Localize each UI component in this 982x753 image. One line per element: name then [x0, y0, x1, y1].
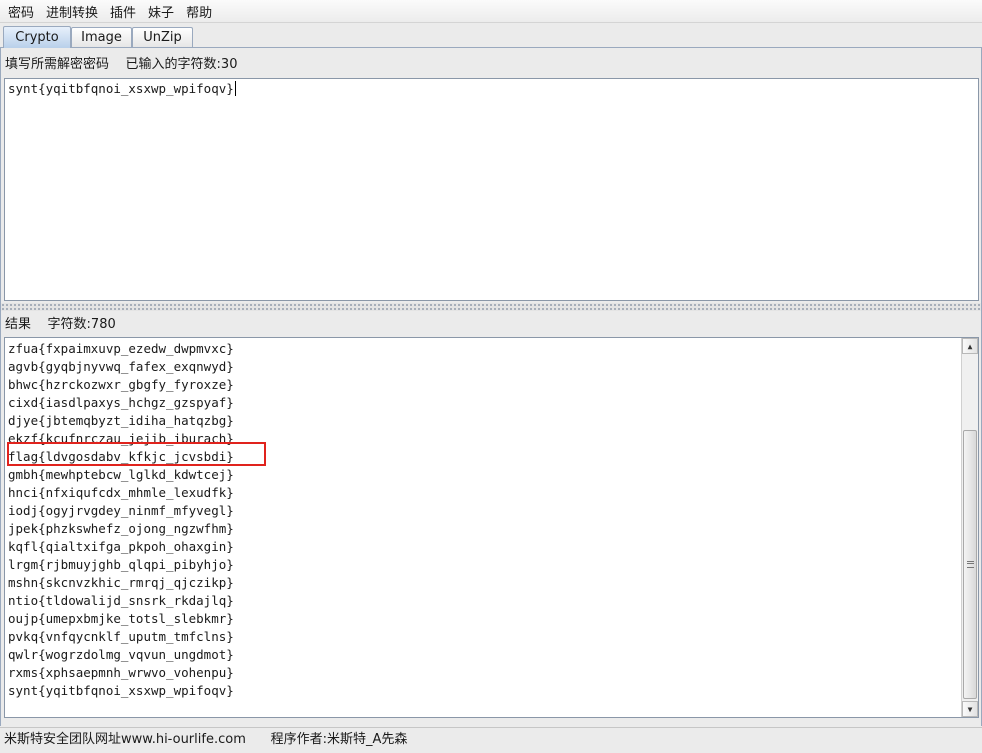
tab-image[interactable]: Image — [71, 27, 132, 47]
result-line: jpek{phzkswhefz_ojong_ngzwfhm} — [8, 521, 234, 536]
result-line: hnci{nfxiqufcdx_mhmle_lexudfk} — [8, 485, 234, 500]
result-label-row: 结果 字符数:780 — [5, 313, 116, 332]
cipher-input[interactable]: synt{yqitbfqnoi_xsxwp_wpifoqv} — [4, 78, 979, 301]
team-website: 米斯特安全团队网址www.hi-ourlife.com — [4, 732, 246, 747]
menu-bar: 密码 进制转换 插件 妹子 帮助 — [0, 0, 982, 23]
result-output[interactable]: zfua{fxpaimxuvp_ezedw_dwpmvxc} agvb{gyqb… — [4, 337, 979, 718]
crypto-panel: 填写所需解密密码 已输入的字符数:30 synt{yqitbfqnoi_xsxw… — [0, 48, 982, 726]
result-line: djye{jbtemqbyzt_idiha_hatqzbg} — [8, 413, 234, 428]
result-line: oujp{umepxbmjke_totsl_slebkmr} — [8, 611, 234, 626]
split-pane-divider[interactable] — [1, 303, 981, 311]
result-line: lrgm{rjbmuyjghb_qlqpi_pibyhjo} — [8, 557, 234, 572]
result-line: qwlr{wogrzdolmg_vqvun_ungdmot} — [8, 647, 234, 662]
result-line: kqfl{qialtxifga_pkpoh_ohaxgin} — [8, 539, 234, 554]
result-line: pvkq{vnfqycnklf_uputm_tmfclns} — [8, 629, 234, 644]
result-line: bhwc{hzrckozwxr_gbgfy_fyroxze} — [8, 377, 234, 392]
tab-crypto[interactable]: Crypto — [3, 26, 71, 48]
result-line: rxms{xphsaepmnh_wrwvo_vohenpu} — [8, 665, 234, 680]
input-label: 填写所需解密密码 — [5, 57, 110, 72]
tab-bar: Crypto Image UnZip — [0, 24, 982, 48]
menu-help[interactable]: 帮助 — [182, 2, 220, 21]
result-lines: zfua{fxpaimxuvp_ezedw_dwpmvxc} agvb{gyqb… — [8, 340, 234, 700]
result-vertical-scrollbar[interactable]: ▲ ▼ — [961, 338, 978, 717]
input-label-row: 填写所需解密密码 已输入的字符数:30 — [5, 53, 237, 72]
menu-plugins[interactable]: 插件 — [106, 2, 144, 21]
menu-base-convert[interactable]: 进制转换 — [42, 2, 106, 21]
result-line: zfua{fxpaimxuvp_ezedw_dwpmvxc} — [8, 341, 234, 356]
menu-girls[interactable]: 妹子 — [144, 2, 182, 21]
result-line: ntio{tldowalijd_snsrk_rkdajlq} — [8, 593, 234, 608]
status-bar: 米斯特安全团队网址www.hi-ourlife.com 程序作者:米斯特_A先森 — [0, 727, 982, 753]
program-author: 程序作者:米斯特_A先森 — [270, 732, 408, 747]
result-line: cixd{iasdlpaxys_hchgz_gzspyaf} — [8, 395, 234, 410]
result-label: 结果 — [5, 317, 32, 332]
flag-highlight-box — [7, 442, 266, 466]
scroll-up-arrow-icon[interactable]: ▲ — [962, 338, 978, 354]
result-line: iodj{ogyjrvgdey_ninmf_mfyvegl} — [8, 503, 234, 518]
menu-password[interactable]: 密码 — [4, 2, 42, 21]
result-line: mshn{skcnvzkhic_rmrqj_qjczikp} — [8, 575, 234, 590]
input-char-count: 已输入的字符数:30 — [125, 57, 238, 72]
result-char-count: 字符数:780 — [47, 317, 116, 332]
scroll-grip-icon — [966, 561, 974, 568]
scroll-down-arrow-icon[interactable]: ▼ — [962, 701, 978, 717]
cipher-input-value: synt{yqitbfqnoi_xsxwp_wpifoqv} — [8, 81, 234, 96]
result-line: synt{yqitbfqnoi_xsxwp_wpifoqv} — [8, 683, 234, 698]
result-line: agvb{gyqbjnyvwq_fafex_exqnwyd} — [8, 359, 234, 374]
scroll-thumb[interactable] — [963, 430, 977, 699]
text-caret — [234, 81, 236, 96]
tab-unzip[interactable]: UnZip — [132, 27, 193, 47]
result-line: gmbh{mewhptebcw_lglkd_kdwtcej} — [8, 467, 234, 482]
